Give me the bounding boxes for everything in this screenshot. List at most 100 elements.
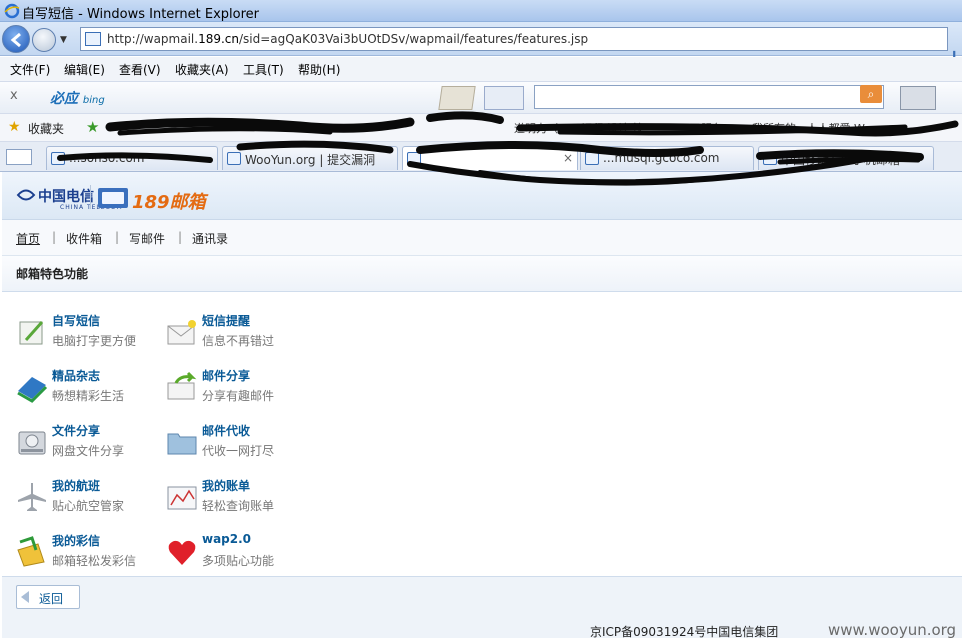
watermark: www.wooyun.org xyxy=(828,621,957,639)
news-icon[interactable] xyxy=(438,86,476,110)
tab[interactable]: ...musql.gcoco.com xyxy=(580,146,754,170)
section-title: 邮箱特色功能 xyxy=(16,267,89,281)
add-favorite-icon[interactable]: ★ xyxy=(86,118,99,136)
folder-icon xyxy=(167,433,197,455)
address-bar[interactable]: http://wapmail.189.cn/sid=agQaK03Vai3bUO… xyxy=(80,27,948,51)
feature-title[interactable]: 文件分享 xyxy=(52,422,100,439)
nav-separator: | xyxy=(115,230,120,244)
back-button[interactable] xyxy=(2,25,30,53)
menu-edit[interactable]: 编辑(E) xyxy=(64,61,105,78)
tab-label: ...sonso.com xyxy=(69,151,145,165)
feature-magazine[interactable]: 精品杂志 畅想精彩生活 xyxy=(16,367,166,411)
feature-sms[interactable]: 自写短信 电脑打字更方便 xyxy=(16,312,166,356)
favorites-star-icon[interactable]: ★ xyxy=(8,119,21,135)
feature-title[interactable]: 短信提醒 xyxy=(202,312,250,329)
menu-help[interactable]: 帮助(H) xyxy=(298,61,340,78)
favorites-bar: ★ 收藏夹 ★ 道明力（PPT 课程 设计 技... 云服务 我所有的 · 人人… xyxy=(0,114,962,142)
mail-star-icon[interactable] xyxy=(484,86,524,110)
back-link-button[interactable]: 返回 xyxy=(16,585,80,609)
mail-share-icon xyxy=(167,371,197,400)
bing-toolbar: x 必应 bing ⌕ xyxy=(0,82,962,114)
feature-desc: 分享有趣邮件 xyxy=(202,389,275,403)
url-prefix: http://wapmail. xyxy=(107,32,199,46)
feature-flight[interactable]: 我的航班 贴心航空管家 xyxy=(16,477,166,521)
feature-title[interactable]: 精品杂志 xyxy=(52,367,100,384)
feature-desc: 多项贴心功能 xyxy=(202,554,275,568)
feature-desc: 轻松查询账单 xyxy=(202,499,275,513)
nav-compose[interactable]: 写邮件 xyxy=(129,230,165,247)
feature-title[interactable]: 邮件分享 xyxy=(202,367,250,384)
site-footer: 返回 京ICP备09031924号中国电信集团 www.wooyun.org xyxy=(2,576,962,639)
feature-desc: 贴心航空管家 xyxy=(52,499,125,513)
drive-icon xyxy=(18,431,46,455)
magazine-icon xyxy=(17,377,48,403)
tab-page-icon xyxy=(763,152,777,165)
mms-icon xyxy=(17,536,45,567)
menu-file[interactable]: 文件(F) xyxy=(10,61,50,78)
tab-page-icon xyxy=(51,152,65,165)
page-icon xyxy=(85,32,101,46)
feature-title[interactable]: 邮件代收 xyxy=(202,422,250,439)
navigation-bar: ▼ http://wapmail.189.cn/sid=agQaK03Vai3b… xyxy=(0,22,962,68)
feature-title[interactable]: 我的航班 xyxy=(52,477,100,494)
history-dropdown-icon[interactable]: ▼ xyxy=(60,35,67,45)
video-icon[interactable] xyxy=(900,86,936,110)
tab-page-icon xyxy=(227,152,241,165)
menu-favorites[interactable]: 收藏夹(A) xyxy=(175,61,229,78)
favorites-label[interactable]: 收藏夹 xyxy=(28,120,64,137)
nav-contacts[interactable]: 通讯录 xyxy=(192,230,228,247)
web-page: 中国电信 CHINA TELECOM 189邮箱 首页 | 收件箱 | 写邮件 |… xyxy=(2,172,962,639)
feature-wap2[interactable]: wap2.0 多项贴心功能 xyxy=(166,532,316,576)
tab-label: WooYun.org | 提交漏洞 xyxy=(245,153,376,167)
menu-view[interactable]: 查看(V) xyxy=(119,61,161,78)
mail189-text: 189邮箱 xyxy=(132,192,206,213)
menu-bar: 文件(F) 编辑(E) 查看(V) 收藏夹(A) 工具(T) 帮助(H) xyxy=(0,57,962,82)
favorite-item[interactable]: 云服务 xyxy=(690,120,723,136)
header-divider xyxy=(90,185,91,209)
heart-icon xyxy=(168,540,196,565)
pen-paper-icon xyxy=(19,321,44,345)
feature-mail-collect[interactable]: 邮件代收 代收一网打尽 xyxy=(166,422,316,466)
feature-title[interactable]: 我的账单 xyxy=(202,477,250,494)
favorite-item[interactable]: 我所有的 · 人人都爱 W... xyxy=(752,120,874,136)
feature-desc: 畅想精彩生活 xyxy=(52,389,125,403)
feature-mail-share[interactable]: 邮件分享 分享有趣邮件 xyxy=(166,367,316,411)
feature-title[interactable]: 我的彩信 xyxy=(52,532,100,549)
tab-label: ...musql.gcoco.com xyxy=(603,151,720,165)
mail-bulb-icon xyxy=(167,320,196,345)
nav-inbox[interactable]: 收件箱 xyxy=(66,230,102,247)
favorite-item[interactable]: 道明力（PPT 课程 设计 技... xyxy=(514,120,654,136)
ie-logo-icon xyxy=(4,3,20,19)
url-domain: 189.cn xyxy=(198,32,239,46)
feature-title[interactable]: 自写短信 xyxy=(52,312,100,329)
tab[interactable]: ...sonso.com xyxy=(46,146,218,170)
brand-ct-text: 中国电信 xyxy=(38,189,94,205)
feature-desc: 邮箱轻松发彩信 xyxy=(52,554,137,568)
forward-button[interactable] xyxy=(32,28,56,52)
bing-search-input[interactable] xyxy=(534,85,884,109)
tab-page-icon xyxy=(585,152,599,165)
feature-bill[interactable]: 我的账单 轻松查询账单 xyxy=(166,477,316,521)
section-header: 邮箱特色功能 xyxy=(2,256,962,292)
feature-sms-reminder[interactable]: 短信提醒 信息不再错过 xyxy=(166,312,316,356)
feature-desc: 电脑打字更方便 xyxy=(52,334,137,348)
quick-tabs-button[interactable] xyxy=(6,149,32,165)
tab[interactable]: WooYun.org | 提交漏洞 xyxy=(222,146,398,170)
tab-bar: ...sonso.com WooYun.org | 提交漏洞 × ...musq… xyxy=(0,142,962,172)
search-icon[interactable]: ⌕ xyxy=(860,85,882,103)
feature-mms[interactable]: 我的彩信 邮箱轻松发彩信 xyxy=(16,532,166,576)
tab-active[interactable] xyxy=(402,146,578,170)
close-tab-icon[interactable]: × xyxy=(563,151,573,165)
nav-separator: | xyxy=(178,230,183,244)
address-url[interactable]: http://wapmail.189.cn/sid=agQaK03Vai3bUO… xyxy=(107,32,588,46)
menu-tools[interactable]: 工具(T) xyxy=(243,61,284,78)
nav-home[interactable]: 首页 xyxy=(16,230,40,247)
tab[interactable]: 中国移动139手机邮箱 xyxy=(758,146,934,170)
chart-icon xyxy=(167,486,197,510)
site-nav: 首页 | 收件箱 | 写邮件 | 通讯录 xyxy=(2,220,962,256)
feature-title[interactable]: wap2.0 xyxy=(202,532,251,546)
close-toolbar-icon[interactable]: x xyxy=(10,88,18,103)
site-header: 中国电信 CHINA TELECOM 189邮箱 xyxy=(2,172,962,220)
feature-file-share[interactable]: 文件分享 网盘文件分享 xyxy=(16,422,166,466)
nav-separator: | xyxy=(52,230,57,244)
